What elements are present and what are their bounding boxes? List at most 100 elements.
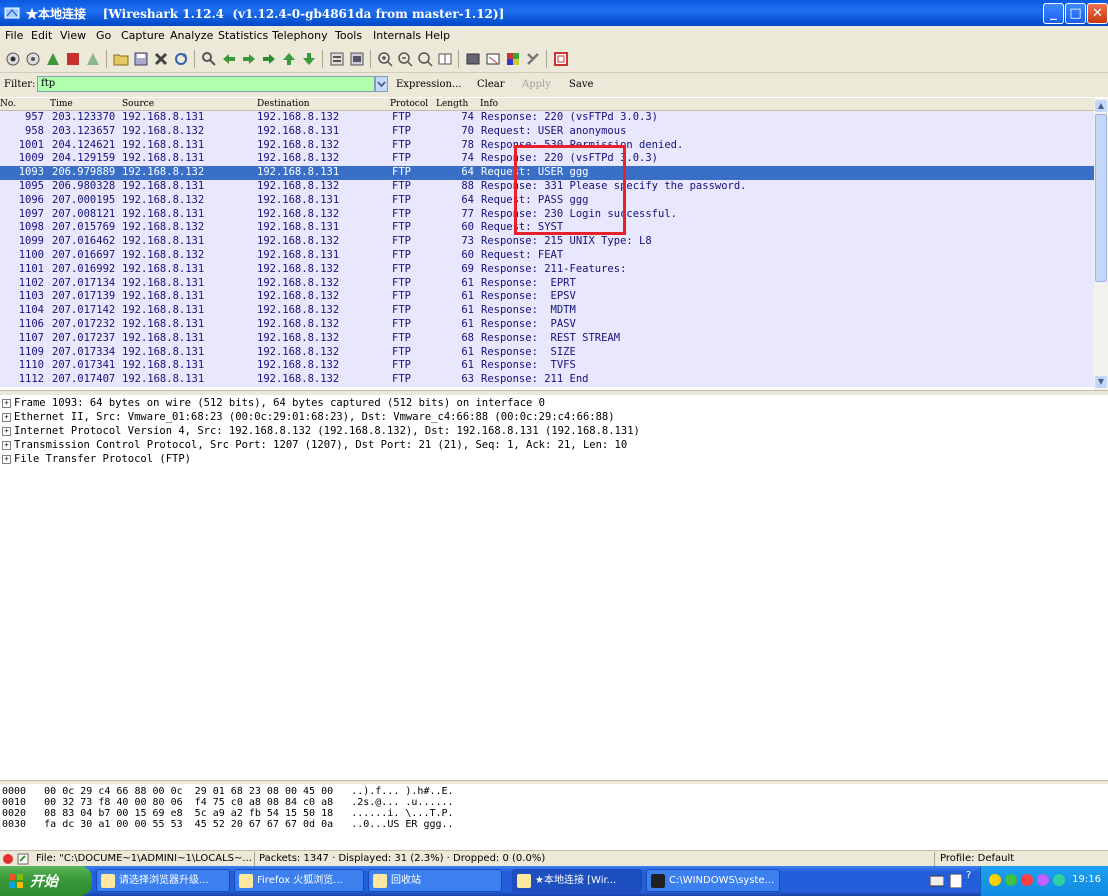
preferences-icon[interactable] [525, 51, 541, 67]
scroll-up-icon[interactable]: ▲ [1095, 100, 1107, 112]
close-button[interactable]: ✕ [1087, 3, 1108, 24]
scrollbar-thumb[interactable] [1095, 114, 1107, 282]
keyboard-icon[interactable] [930, 875, 944, 887]
auto-scroll-icon[interactable] [349, 51, 365, 67]
packet-row[interactable]: 1107 207.017237 192.168.8.131 192.168.8.132… [0, 331, 1094, 346]
minimize-button[interactable]: _ [1043, 3, 1064, 24]
menu-help[interactable]: Help [425, 29, 450, 42]
start-capture-icon[interactable] [45, 51, 61, 67]
menu-edit[interactable]: Edit [31, 29, 52, 42]
detail-ftp[interactable]: + File Transfer Protocol (FTP) [2, 452, 191, 466]
task-browser-upgrade[interactable]: 请选择浏览器升级... [96, 869, 230, 892]
detail-ipv4[interactable]: + Internet Protocol Version 4, Src: 192.1… [2, 424, 640, 438]
packet-row[interactable]: 1112 207.017407 192.168.8.131 192.168.8.132… [0, 373, 1094, 387]
packet-row[interactable]: 1103 207.017139 192.168.8.131 192.168.8.132… [0, 290, 1094, 305]
maximize-button[interactable]: □ [1065, 3, 1086, 24]
menu-telephony[interactable]: Telephony [272, 29, 328, 42]
packet-details-pane[interactable]: + Frame 1093: 64 bytes on wire (512 bits)… [0, 395, 1108, 780]
zoom-out-icon[interactable] [397, 51, 413, 67]
interfaces-icon[interactable] [5, 51, 21, 67]
menu-internals[interactable]: Internals [373, 29, 421, 42]
window-title-bar[interactable]: ★本地连接 [Wireshark 1.12.4 (v1.12.4-0-gb486… [0, 0, 1108, 26]
task-recycle-bin[interactable]: 回收站 [368, 869, 502, 892]
detail-frame[interactable]: + Frame 1093: 64 bytes on wire (512 bits)… [2, 396, 545, 410]
open-file-icon[interactable] [113, 51, 129, 67]
menu-go[interactable]: Go [96, 29, 111, 42]
save-file-icon[interactable] [133, 51, 149, 67]
reload-icon[interactable] [173, 51, 189, 67]
packet-row[interactable]: 1102 207.017134 192.168.8.131 192.168.8.132… [0, 276, 1094, 291]
packet-row[interactable]: 957 203.123370 192.168.8.131 192.168.8.132 F… [0, 111, 1094, 125]
menu-capture[interactable]: Capture [121, 29, 165, 42]
column-info[interactable]: Info [480, 99, 498, 109]
last-packet-icon[interactable] [301, 51, 317, 67]
zoom-normal-icon[interactable] [417, 51, 433, 67]
ime-icon[interactable] [950, 874, 962, 888]
expand-icon[interactable]: + [2, 455, 11, 464]
help-tray-icon[interactable]: ? [966, 870, 971, 881]
save-button[interactable]: Save [569, 79, 593, 90]
resize-columns-icon[interactable] [437, 51, 453, 67]
menu-tools[interactable]: Tools [335, 29, 362, 42]
task-cmd[interactable]: C:\WINDOWS\syste... [646, 869, 780, 892]
menu-analyze[interactable]: Analyze [170, 29, 213, 42]
network-icon[interactable] [1005, 874, 1017, 886]
zoom-in-icon[interactable] [377, 51, 393, 67]
packet-row[interactable]: 1100 207.016697 192.168.8.132 192.168.8.131… [0, 249, 1094, 263]
packet-row[interactable]: 1104 207.017142 192.168.8.131 192.168.8.132… [0, 304, 1094, 318]
expand-icon[interactable]: + [2, 413, 11, 422]
capture-comment-icon[interactable] [17, 853, 29, 865]
security-icon[interactable] [989, 874, 1001, 886]
packet-row[interactable]: 1109 207.017334 192.168.8.131 192.168.8.132… [0, 345, 1094, 360]
go-to-packet-icon[interactable] [261, 51, 277, 67]
status-profile[interactable]: Profile: Default [940, 853, 1014, 864]
scroll-down-icon[interactable]: ▼ [1095, 376, 1107, 388]
column-time[interactable]: Time [50, 99, 73, 109]
volume-icon[interactable] [1053, 874, 1065, 886]
packet-row[interactable]: 1110 207.017341 192.168.8.131 192.168.8.132… [0, 359, 1094, 374]
menu-view[interactable]: View [60, 29, 86, 42]
help-icon[interactable] [553, 51, 569, 67]
first-packet-icon[interactable] [281, 51, 297, 67]
menu-statistics[interactable]: Statistics [218, 29, 268, 42]
start-button[interactable]: 开始 [0, 866, 92, 896]
expert-info-icon[interactable] [2, 853, 14, 865]
expand-icon[interactable]: + [2, 427, 11, 436]
restart-capture-icon[interactable] [85, 51, 101, 67]
expression-button[interactable]: Expression... [396, 79, 462, 90]
column-destination[interactable]: Destination [257, 99, 310, 109]
find-packet-icon[interactable] [201, 51, 217, 67]
filter-history-dropdown[interactable] [375, 76, 388, 92]
packet-list-pane[interactable]: No. Time Source Destination Protocol Len… [0, 98, 1108, 390]
expand-icon[interactable]: + [2, 441, 11, 450]
detail-ethernet[interactable]: + Ethernet II, Src: Vmware_01:68:23 (00:0… [2, 410, 615, 424]
clock[interactable]: 19:16 [1072, 874, 1101, 885]
display-filters-icon[interactable] [485, 51, 501, 67]
packet-bytes-pane[interactable]: 0000 00 0c 29 c4 66 88 00 0c 29 01 68 23… [0, 784, 1108, 848]
packet-row[interactable]: 958 203.123657 192.168.8.132 192.168.8.131 F… [0, 124, 1094, 139]
task-wireshark[interactable]: ★本地连接 [Wir... [512, 869, 642, 892]
task-firefox[interactable]: Firefox 火狐浏览... [234, 869, 364, 892]
display-filter-input[interactable]: ftp [37, 76, 375, 92]
options-icon[interactable] [25, 51, 41, 67]
stop-capture-icon[interactable] [65, 51, 81, 67]
go-forward-icon[interactable] [241, 51, 257, 67]
coloring-rules-icon[interactable] [505, 51, 521, 67]
packet-list-scrollbar[interactable]: ▲ ▼ [1094, 98, 1108, 390]
go-back-icon[interactable] [221, 51, 237, 67]
packet-row[interactable]: 1106 207.017232 192.168.8.131 192.168.8.132… [0, 318, 1094, 332]
packet-row[interactable]: 1101 207.016992 192.168.8.131 192.168.8.132… [0, 262, 1094, 277]
expand-icon[interactable]: + [2, 399, 11, 408]
column-length[interactable]: Length [436, 99, 468, 109]
column-no[interactable]: No. [0, 99, 16, 109]
update-icon[interactable] [1037, 874, 1049, 886]
menu-file[interactable]: File [5, 29, 23, 42]
clear-button[interactable]: Clear [477, 79, 505, 90]
apply-button[interactable]: Apply [522, 79, 551, 90]
antivirus-icon[interactable] [1021, 874, 1033, 886]
close-file-icon[interactable] [153, 51, 169, 67]
capture-filters-icon[interactable] [465, 51, 481, 67]
detail-tcp[interactable]: + Transmission Control Protocol, Src Port… [2, 438, 627, 452]
packet-row[interactable]: 1099 207.016462 192.168.8.131 192.168.8.132… [0, 235, 1094, 249]
colorize-icon[interactable] [329, 51, 345, 67]
